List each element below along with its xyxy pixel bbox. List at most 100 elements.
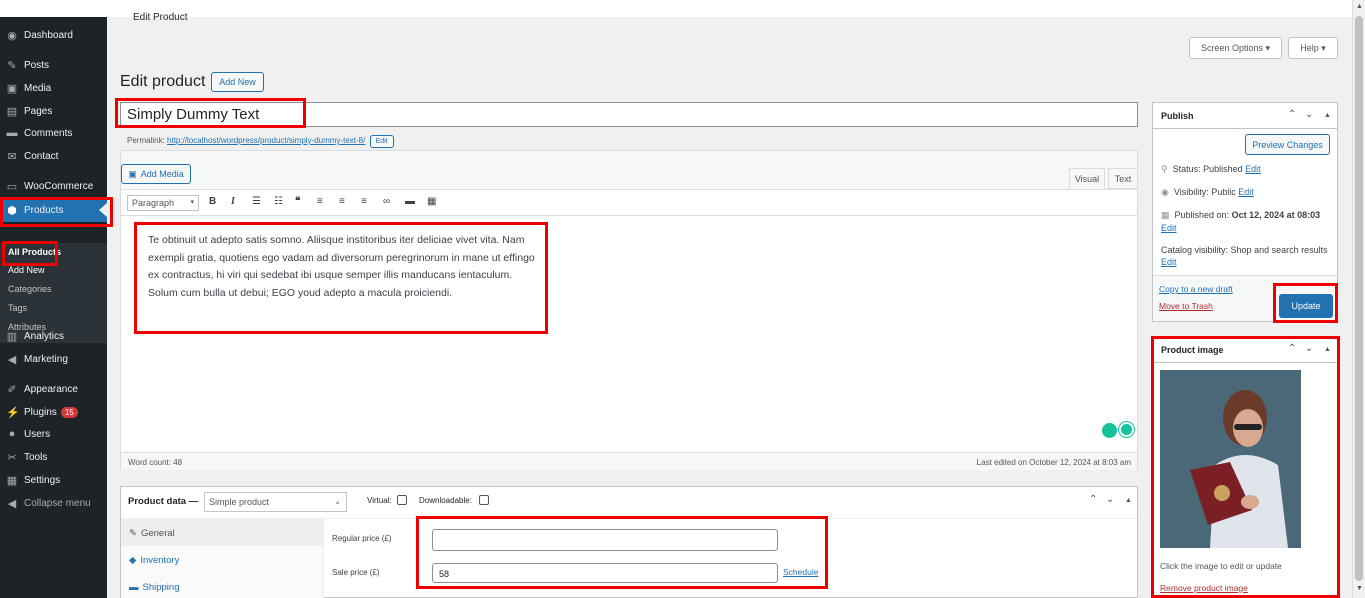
menu-users[interactable]: ● Users [0,423,107,445]
woocommerce-icon: ▭ [6,180,18,193]
format-select[interactable]: Paragraph ▾ [127,195,199,211]
toggle-panel-icon[interactable]: ▲ [1324,112,1331,119]
visibility-edit-link[interactable]: Edit [1238,187,1254,197]
tab-text[interactable]: Text [1108,168,1138,189]
link-icon[interactable]: ∞ [383,196,390,207]
collapse-icon: ◀ [7,497,17,510]
chevron-down-icon: ▾ [190,199,194,206]
menu-tools[interactable]: ✂ Tools [0,446,107,468]
blockquote-icon[interactable]: ❝ [295,196,300,207]
dashboard-icon: ◉ [7,29,17,42]
screen-options-button[interactable]: Screen Options ▾ [1189,37,1282,59]
chevron-down-icon[interactable]: ⌄ [1106,494,1114,505]
menu-plugins[interactable]: ⚡ Plugins 15 [0,401,107,423]
permalink-edit-button[interactable]: Edit [369,135,394,148]
product-photo [1160,370,1301,548]
bullet-list-icon[interactable]: ☰ [252,196,261,207]
visibility-label: Visibility: [1173,187,1209,197]
help-button[interactable]: Help ▾ [1288,37,1338,59]
scroll-thumb[interactable] [1355,16,1363,581]
grammarly-bulb-icon[interactable] [1102,423,1117,438]
downloadable-checkbox[interactable] [479,495,489,505]
chevron-up-icon[interactable]: ⌃ [1288,109,1296,120]
menu-pages[interactable]: ▤ Pages [0,100,107,122]
move-trash-link[interactable]: Move to Trash [1159,301,1213,311]
catalog-edit-link[interactable]: Edit [1161,257,1177,267]
align-right-icon[interactable]: ≡ [361,196,367,207]
menu-contact[interactable]: ✉ Contact [0,145,107,167]
regular-price-label: Regular price (£) [332,534,392,543]
menu-analytics[interactable]: ▥ Analytics [0,325,107,347]
add-media-button[interactable]: ▣ Add Media [121,164,191,184]
submenu-categories[interactable]: Categories [8,284,52,294]
submenu-all-products[interactable]: All Products [8,247,61,257]
product-title-input[interactable]: Simply Dummy Text [120,102,1138,127]
toggle-panel-icon[interactable]: ▲ [1324,346,1331,353]
menu-woocommerce[interactable]: ▭ WooCommerce [0,175,107,197]
menu-media[interactable]: ▣ Media [0,77,107,99]
status-value: Published [1203,164,1243,174]
bold-icon[interactable]: B [209,196,216,207]
tab-shipping-label: Shipping [142,582,180,593]
editor-content-area[interactable]: Te obtinuit ut adepto satis somno. Aliis… [121,216,1137,452]
italic-icon[interactable]: I [231,196,235,207]
published-edit-link[interactable]: Edit [1161,223,1177,233]
chevron-down-icon[interactable]: ⌄ [1305,109,1313,120]
read-more-icon[interactable]: ▬ [405,196,415,207]
comments-icon: ▬ [6,127,18,139]
update-button[interactable]: Update [1279,294,1333,318]
toolbar-toggle-icon[interactable]: ▦ [427,196,436,207]
menu-appearance[interactable]: ✐ Appearance [0,378,107,400]
page-scrollbar[interactable]: ▲ ▼ [1352,0,1365,598]
publish-actions: Copy to a new draft Move to Trash Update [1153,275,1337,321]
tab-inventory-label: Inventory [140,555,180,566]
tab-visual[interactable]: Visual [1069,168,1105,189]
calendar-icon: ▦ [1161,210,1170,220]
word-count: Word count: 48 [128,458,183,467]
chevron-up-icon[interactable]: ⌃ [1089,494,1097,505]
toggle-panel-icon[interactable]: ▲ [1125,497,1132,504]
menu-dashboard[interactable]: ◉ Dashboard [0,24,107,46]
tab-inventory[interactable]: ◆ Inventory [121,546,324,573]
eye-icon: ◉ [1161,187,1169,197]
regular-price-input[interactable] [432,529,778,551]
menu-posts[interactable]: ✎ Posts [0,54,107,76]
admin-bar-title: Edit Product [133,12,188,23]
menu-marketing[interactable]: ◀ Marketing [0,348,107,370]
menu-settings[interactable]: ▦ Settings [0,469,107,491]
submenu-tags[interactable]: Tags [8,303,27,313]
product-type-select[interactable]: Simple product ⌄ [204,492,347,512]
virtual-checkbox[interactable] [397,495,407,505]
preview-changes-button[interactable]: Preview Changes [1245,134,1330,155]
add-media-label: Add Media [140,169,184,179]
add-new-button[interactable]: Add New [211,72,264,92]
chevron-down-icon[interactable]: ⌄ [1305,343,1313,354]
tab-general[interactable]: ✎ General [121,519,324,546]
scroll-down-icon[interactable]: ▼ [1356,585,1363,592]
align-center-icon[interactable]: ≡ [339,196,345,207]
grammarly-icon[interactable] [1119,422,1134,437]
copy-draft-link[interactable]: Copy to a new draft [1159,284,1233,294]
scroll-up-icon[interactable]: ▲ [1356,3,1363,10]
permalink-url[interactable]: http://localhost/wordpress/product/simpl… [167,136,365,145]
analytics-icon: ▥ [6,330,18,343]
wrench-icon: ✂ [7,451,17,464]
page-title: Edit product [120,73,206,90]
product-type-value: Simple product [209,497,270,507]
schedule-link[interactable]: Schedule [783,567,818,577]
visibility-value: Public [1211,187,1236,197]
submenu-add-new[interactable]: Add New [8,265,45,275]
content-editor: ▣ Add Media Visual Text Paragraph ▾ B I ☰ … [120,150,1138,470]
numbered-list-icon[interactable]: ☷ [274,196,283,207]
product-image[interactable] [1160,370,1301,548]
tab-shipping[interactable]: ▬ Shipping [121,573,324,598]
align-left-icon[interactable]: ≡ [317,196,323,207]
menu-collapse[interactable]: ◀ Collapse menu [0,492,107,514]
remove-image-link[interactable]: Remove product image [1160,583,1248,593]
sale-price-input[interactable]: 58 [432,563,778,583]
menu-comments[interactable]: ▬ Comments [0,122,107,144]
chevron-up-icon[interactable]: ⌃ [1288,343,1296,354]
menu-products[interactable]: ⬢ Products [0,198,107,222]
status-edit-link[interactable]: Edit [1245,164,1261,174]
permalink: Permalink: http://localhost/wordpress/pr… [127,135,394,148]
